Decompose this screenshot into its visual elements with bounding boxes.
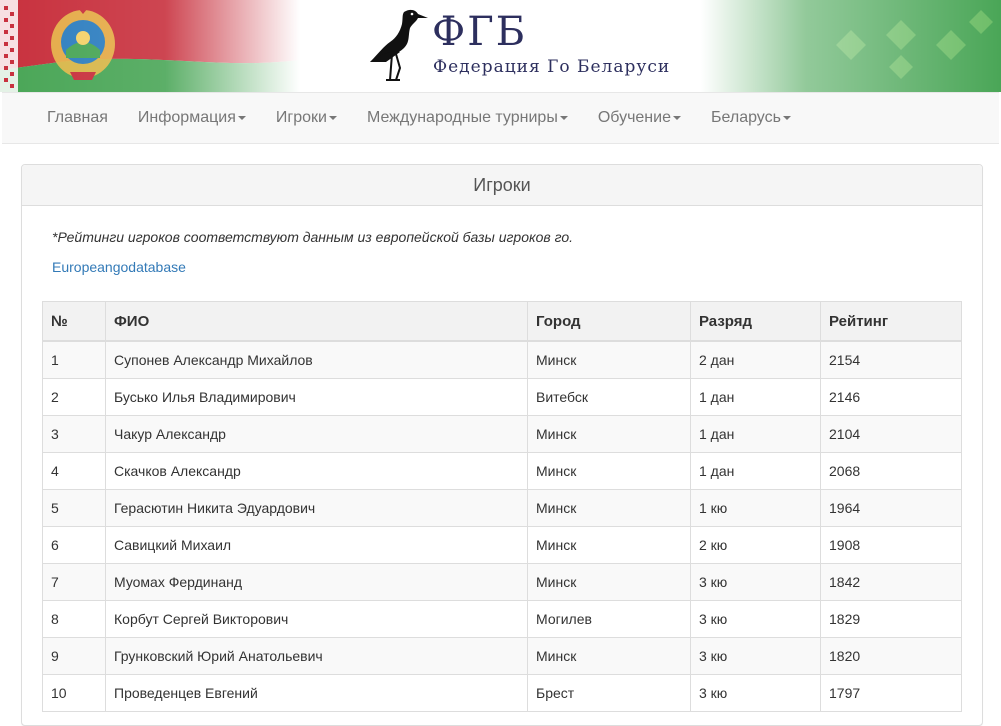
caret-down-icon xyxy=(328,115,337,120)
cell-city: Минск xyxy=(527,637,691,675)
cell-number: 8 xyxy=(42,600,106,638)
panel-title: Игроки xyxy=(22,165,982,206)
cell-rank: 3 кю xyxy=(690,637,821,675)
column-header-rank[interactable]: Разряд xyxy=(690,301,821,342)
cell-rating: 2068 xyxy=(820,452,962,490)
cell-rating: 1964 xyxy=(820,489,962,527)
cell-name: Скачков Александр xyxy=(105,452,528,490)
cell-number: 9 xyxy=(42,637,106,675)
table-row: 2 Бусько Илья Владимирович Витебск 1 дан 214… xyxy=(42,378,962,416)
cell-number: 5 xyxy=(42,489,106,527)
caret-down-icon xyxy=(237,115,246,120)
cell-number: 3 xyxy=(42,415,106,453)
column-header-city[interactable]: Город xyxy=(527,301,691,342)
column-header-number[interactable]: № xyxy=(42,301,106,342)
nav-item-international-tournaments[interactable]: Международные турниры xyxy=(352,93,583,143)
cell-rating: 1908 xyxy=(820,526,962,564)
players-table: № ФИО Город Разряд Рейтинг 1 Супонев Алек… xyxy=(42,301,962,712)
table-row: 1 Супонев Александр Михайлов Минск 2 дан 215… xyxy=(42,340,962,379)
cell-rank: 3 кю xyxy=(690,674,821,712)
cell-rating: 1829 xyxy=(820,600,962,638)
caret-down-icon xyxy=(782,115,791,120)
logo-title: ФГБ xyxy=(432,9,528,55)
logo-subtitle: Федерация Го Беларуси xyxy=(433,57,671,77)
european-go-database-link[interactable]: Europeangodatabase xyxy=(52,259,186,275)
cell-rating: 1842 xyxy=(820,563,962,601)
cell-name: Корбут Сергей Викторович xyxy=(105,600,528,638)
cell-city: Могилев xyxy=(527,600,691,638)
cell-city: Минск xyxy=(527,452,691,490)
column-header-rating[interactable]: Рейтинг xyxy=(820,301,962,342)
stork-logo-icon xyxy=(370,9,428,81)
table-row: 6 Савицкий Михаил Минск 2 кю 1908 xyxy=(42,526,962,564)
cell-rating: 2154 xyxy=(820,340,962,379)
cell-city: Брест xyxy=(527,674,691,712)
cell-number: 6 xyxy=(42,526,106,564)
caret-down-icon xyxy=(672,115,681,120)
cell-rating: 1797 xyxy=(820,674,962,712)
ratings-note: *Рейтинги игроков соответствуют данным и… xyxy=(52,229,573,245)
cell-rank: 2 кю xyxy=(690,526,821,564)
cell-number: 1 xyxy=(42,340,106,379)
cell-name: Муомах Фердинанд xyxy=(105,563,528,601)
nav-item-label: Обучение xyxy=(597,109,671,126)
belarus-flag-emblem-image xyxy=(0,0,300,92)
cell-name: Грунковский Юрий Анатольевич xyxy=(105,637,528,675)
players-panel: Игроки *Рейтинги игроков соответствуют д… xyxy=(21,164,983,726)
nav-item-label: Игроки xyxy=(275,109,327,126)
table-row: 7 Муомах Фердинанд Минск 3 кю 1842 xyxy=(42,563,962,601)
cell-city: Минск xyxy=(527,489,691,527)
nav-item-home[interactable]: Главная xyxy=(2,93,123,143)
cell-rank: 1 дан xyxy=(690,452,821,490)
table-row: 9 Грунковский Юрий Анатольевич Минск 3 кю 18… xyxy=(42,637,962,675)
nav-item-label: Международные турниры xyxy=(366,109,558,126)
cell-number: 2 xyxy=(42,378,106,416)
cell-rating: 2146 xyxy=(820,378,962,416)
cell-name: Савицкий Михаил xyxy=(105,526,528,564)
cell-rank: 2 дан xyxy=(690,340,821,379)
ornament-flag-image xyxy=(701,0,1001,92)
nav-item-label: Беларусь xyxy=(710,109,781,126)
cell-rank: 3 кю xyxy=(690,600,821,638)
cell-rating: 2104 xyxy=(820,415,962,453)
caret-down-icon xyxy=(559,115,568,120)
cell-city: Минск xyxy=(527,340,691,379)
cell-name: Бусько Илья Владимирович xyxy=(105,378,528,416)
table-row: 4 Скачков Александр Минск 1 дан 2068 xyxy=(42,452,962,490)
cell-number: 4 xyxy=(42,452,106,490)
cell-name: Чакур Александр xyxy=(105,415,528,453)
nav-item-label: Информация xyxy=(137,109,236,126)
table-row: 3 Чакур Александр Минск 1 дан 2104 xyxy=(42,415,962,453)
cell-city: Минск xyxy=(527,563,691,601)
cell-rank: 1 кю xyxy=(690,489,821,527)
cell-name: Герасютин Никита Эдуардович xyxy=(105,489,528,527)
nav-item-players[interactable]: Игроки xyxy=(261,93,352,143)
cell-rank: 3 кю xyxy=(690,563,821,601)
header-banner: ФГБ Федерация Го Беларуси xyxy=(0,0,1001,92)
cell-rating: 1820 xyxy=(820,637,962,675)
cell-name: Проведенцев Евгений xyxy=(105,674,528,712)
table-header-row: № ФИО Город Разряд Рейтинг xyxy=(42,301,962,342)
cell-number: 10 xyxy=(42,674,106,712)
cell-city: Минск xyxy=(527,415,691,453)
cell-rank: 1 дан xyxy=(690,415,821,453)
cell-rank: 1 дан xyxy=(690,378,821,416)
table-row: 5 Герасютин Никита Эдуардович Минск 1 кю 196… xyxy=(42,489,962,527)
cell-city: Минск xyxy=(527,526,691,564)
main-navbar: Главная Информация Игроки Международные … xyxy=(2,92,999,144)
column-header-name[interactable]: ФИО xyxy=(105,301,528,342)
cell-city: Витебск xyxy=(527,378,691,416)
nav-item-learning[interactable]: Обучение xyxy=(583,93,696,143)
table-row: 8 Корбут Сергей Викторович Могилев 3 кю 1829 xyxy=(42,600,962,638)
cell-name: Супонев Александр Михайлов xyxy=(105,340,528,379)
nav-item-information[interactable]: Информация xyxy=(123,93,261,143)
nav-item-label: Главная xyxy=(47,109,108,126)
table-row: 10 Проведенцев Евгений Брест 3 кю 1797 xyxy=(42,674,962,712)
cell-number: 7 xyxy=(42,563,106,601)
nav-item-belarus[interactable]: Беларусь xyxy=(696,93,806,143)
